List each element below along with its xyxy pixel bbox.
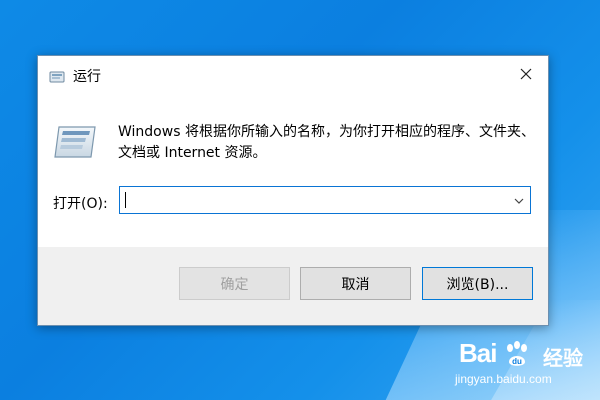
window-title: 运行 [73,69,101,85]
cancel-button[interactable]: 取消 [300,267,411,300]
button-bar: 确定 取消 浏览(B)... [38,247,548,325]
run-app-icon [49,68,65,83]
run-dialog: 运行 Windows 将根据你所输入的名称，为你打开相应的程序、文件夹、文档或 … [37,55,549,326]
instructions-text: Windows 将根据你所输入的名称，为你打开相应的程序、文件夹、文档或 Int… [118,124,535,161]
chevron-down-icon[interactable] [512,193,526,207]
watermark-brand: Bai [459,338,497,368]
text-caret [125,192,126,208]
paw-icon: du [504,340,530,368]
svg-text:du: du [512,357,522,366]
baidu-jingyan-watermark: Bai du 经验 jingyan.baidu.com [455,338,595,396]
open-label: 打开(O): [53,196,108,212]
watermark-jingyan: 经验 [543,346,583,370]
close-icon [520,68,532,80]
close-button[interactable] [504,56,548,92]
run-app-icon [53,125,97,159]
title-bar[interactable]: 运行 [38,56,548,94]
watermark-url: jingyan.baidu.com [455,372,552,386]
ok-button[interactable]: 确定 [179,267,290,300]
open-combobox[interactable] [119,186,531,214]
browse-button[interactable]: 浏览(B)... [422,267,533,300]
